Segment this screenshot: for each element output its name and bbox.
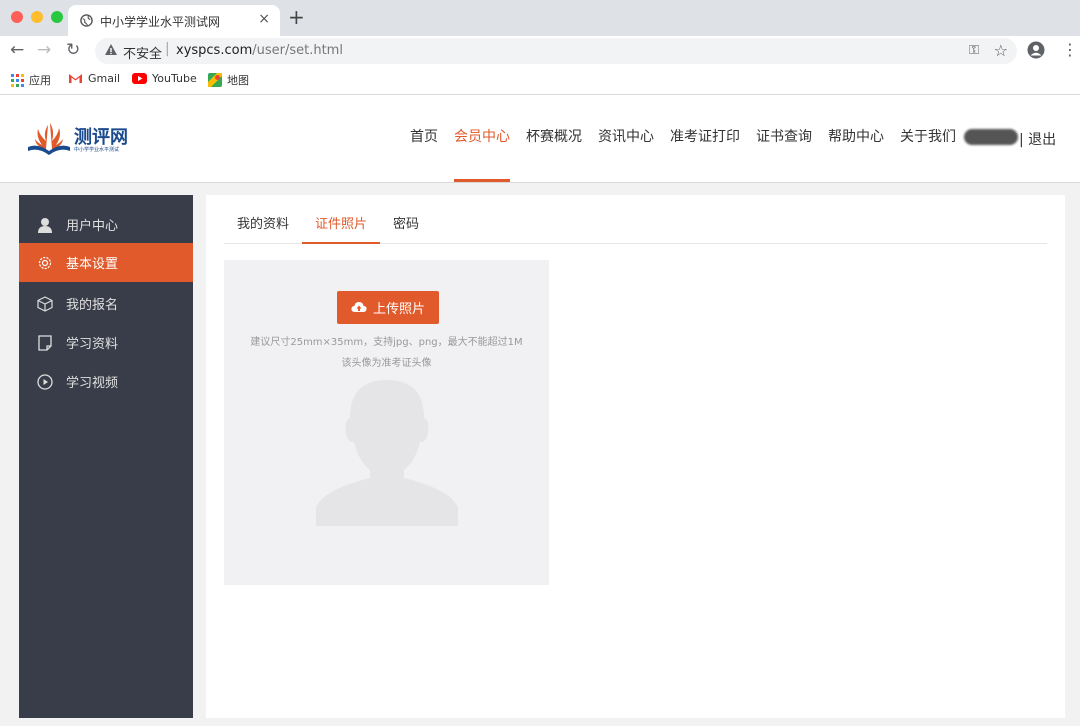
document-icon — [37, 334, 53, 351]
nav-item-news[interactable]: 资讯中心 — [590, 95, 662, 182]
tab-close-icon[interactable]: × — [258, 11, 270, 27]
bookmark-label: YouTube — [152, 72, 197, 85]
forward-arrow-icon[interactable]: → — [37, 40, 51, 60]
key-icon[interactable]: ⚿ — [969, 43, 979, 58]
main-nav: 首页 会员中心 杯赛概况 资讯中心 准考证打印 证书查询 帮助中心 关于我们 — [402, 95, 964, 182]
upload-photo-button[interactable]: 上传照片 — [337, 291, 439, 324]
content-panel: 我的资料 证件照片 密码 上传照片 建议尺寸25mm×35mm，支持jpg、pn… — [206, 195, 1065, 718]
logo-subtext: 中小学学业水平测试 — [74, 147, 120, 153]
logout-link[interactable]: | 退出 — [1019, 129, 1056, 149]
maps-icon — [208, 73, 222, 87]
youtube-icon — [132, 73, 147, 84]
sidebar-item-label: 我的报名 — [66, 298, 119, 313]
warning-icon — [105, 44, 117, 55]
security-label: 不安全 — [123, 47, 163, 62]
nav-item-member-center[interactable]: 会员中心 — [446, 95, 518, 182]
avatar-placeholder-icon — [316, 380, 458, 526]
browser-tab[interactable]: 中小学学业水平测试网 × — [68, 5, 280, 36]
gmail-icon — [69, 74, 82, 83]
sidebar-item-my-registration[interactable]: 我的报名 — [19, 284, 193, 323]
nav-item-certificate-query[interactable]: 证书查询 — [748, 95, 820, 182]
bookmark-label: 地图 — [227, 74, 249, 87]
site-header: 测评网 中小学学业水平测试 首页 会员中心 杯赛概况 资讯中心 准考证打印 证书… — [0, 95, 1080, 183]
upload-photo-label: 上传照片 — [372, 302, 425, 317]
globe-icon — [80, 14, 93, 27]
user-icon — [37, 217, 53, 233]
bookmark-gmail[interactable]: Gmail — [68, 72, 120, 85]
sidebar-item-label: 用户中心 — [66, 219, 119, 234]
upload-size-hint: 建议尺寸25mm×35mm，支持jpg、png，最大不能超过1M — [250, 337, 523, 348]
sidebar-item-label: 学习视频 — [66, 376, 119, 391]
bookmark-maps[interactable]: 地图 — [208, 72, 249, 88]
bookmarks-bar: 应用 Gmail YouTube 地图 — [0, 66, 1080, 95]
nav-item-about[interactable]: 关于我们 — [892, 95, 964, 182]
photo-upload-area: 上传照片 建议尺寸25mm×35mm，支持jpg、png，最大不能超过1M 该头… — [224, 260, 549, 585]
window-close-button[interactable] — [11, 11, 23, 23]
sidebar-item-study-materials[interactable]: 学习资料 — [19, 323, 193, 362]
back-arrow-icon[interactable]: ← — [10, 40, 24, 60]
site-logo[interactable]: 测评网 中小学学业水平测试 — [26, 121, 136, 157]
gear-icon — [37, 255, 53, 271]
more-menu-icon[interactable]: ⋮ — [1062, 40, 1078, 59]
bookmark-youtube[interactable]: YouTube — [132, 72, 197, 85]
bookmark-label: Gmail — [88, 72, 121, 85]
star-icon[interactable]: ☆ — [994, 41, 1008, 60]
nav-item-contest-overview[interactable]: 杯赛概况 — [518, 95, 590, 182]
sidebar-item-label: 学习资料 — [66, 337, 119, 352]
sidebar: 用户中心 基本设置 我的报名 学习资料 学习视频 — [19, 195, 193, 718]
settings-tabs: 我的资料 证件照片 密码 — [224, 205, 1047, 244]
box-icon — [37, 295, 53, 312]
sidebar-item-user-center[interactable]: 用户中心 — [19, 205, 193, 244]
new-tab-button[interactable]: + — [288, 7, 305, 27]
sidebar-item-label: 基本设置 — [66, 257, 119, 272]
tab-title: 中小学学业水平测试网 — [100, 15, 221, 29]
tab-my-profile[interactable]: 我的资料 — [224, 205, 302, 243]
bookmark-apps[interactable]: 应用 — [11, 72, 51, 88]
reload-icon[interactable]: ↻ — [66, 40, 80, 60]
profile-icon[interactable] — [1027, 41, 1045, 59]
username-redacted[interactable] — [964, 129, 1018, 145]
tab-id-photo[interactable]: 证件照片 — [302, 205, 381, 244]
url-host: xyspcs.com — [176, 43, 253, 58]
apps-grid-icon — [11, 73, 24, 87]
sidebar-item-basic-settings[interactable]: 基本设置 — [19, 243, 193, 282]
book-flame-logo-icon — [28, 123, 70, 155]
sidebar-item-study-videos[interactable]: 学习视频 — [19, 362, 193, 401]
cloud-upload-icon — [351, 302, 367, 312]
browser-toolbar: ← → ↻ 不安全 | xyspcs.com/user/set.html ⚿ ☆ — [0, 36, 1080, 66]
nav-item-home[interactable]: 首页 — [402, 95, 446, 182]
url-separator: | — [165, 41, 170, 57]
address-bar[interactable]: 不安全 | xyspcs.com/user/set.html ⚿ ☆ — [95, 38, 1017, 64]
bookmark-label: 应用 — [29, 74, 51, 87]
url-path: /user/set.html — [252, 43, 343, 58]
url-text[interactable]: xyspcs.com/user/set.html — [176, 43, 343, 58]
window-zoom-button[interactable] — [51, 11, 63, 23]
browser-tab-bar: 中小学学业水平测试网 × + — [0, 0, 1080, 36]
nav-item-admission-ticket[interactable]: 准考证打印 — [662, 95, 748, 182]
tab-password[interactable]: 密码 — [380, 205, 432, 243]
upload-usage-hint: 该头像为准考证头像 — [341, 358, 432, 369]
nav-item-help[interactable]: 帮助中心 — [820, 95, 892, 182]
window-minimize-button[interactable] — [31, 11, 43, 23]
play-circle-icon — [37, 373, 53, 390]
